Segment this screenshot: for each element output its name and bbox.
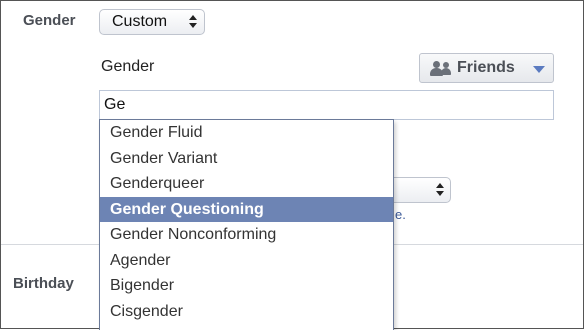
gender-suggestions-dropdown: Gender Fluid Gender Variant Genderqueer …: [99, 119, 394, 330]
settings-panel: Gender Custom Gender Friends e. Birthday…: [0, 0, 584, 330]
suggestion-gender-variant[interactable]: Gender Variant: [100, 146, 393, 172]
suggestion-bigender[interactable]: Bigender: [100, 273, 393, 299]
suggestion-genderqueer[interactable]: Genderqueer: [100, 171, 393, 197]
audience-label: Friends: [457, 59, 515, 76]
gender-type-select[interactable]: Custom: [99, 9, 205, 35]
select-arrows-icon: [435, 183, 445, 197]
chevron-down-icon: [533, 66, 545, 73]
suggestion-gender-questioning[interactable]: Gender Questioning: [100, 196, 393, 222]
audience-selector-button[interactable]: Friends: [419, 53, 554, 83]
suggestion-cisgender[interactable]: Cisgender: [100, 299, 393, 325]
people-icon: [430, 61, 452, 77]
suggestion-gender-fluid[interactable]: Gender Fluid: [100, 120, 393, 146]
suggestion-agender[interactable]: Agender: [100, 248, 393, 274]
suggestion-gender-nonconforming[interactable]: Gender Nonconforming: [100, 222, 393, 248]
partial-link[interactable]: e.: [395, 207, 406, 222]
select-arrows-icon: [188, 15, 198, 29]
gender-row-label: Gender: [23, 12, 76, 29]
gender-type-value: Custom: [112, 13, 168, 30]
custom-gender-caption: Gender: [101, 58, 155, 75]
birthday-row-label: Birthday: [13, 275, 74, 292]
custom-gender-input[interactable]: [99, 90, 554, 120]
